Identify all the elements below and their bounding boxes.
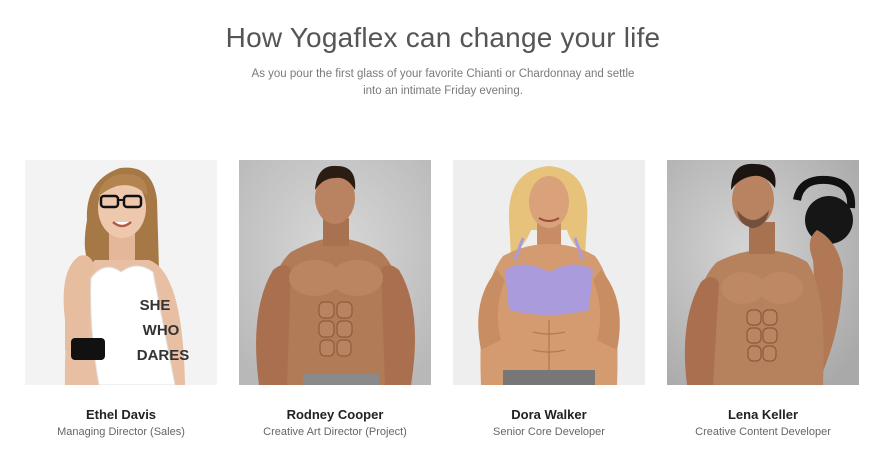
member-name: Lena Keller — [727, 407, 799, 422]
member-photo[interactable] — [239, 160, 431, 385]
team-member-card: Dora Walker Senior Core Developer — [453, 160, 645, 438]
member-photo[interactable]: SHE WHO DARES — [25, 160, 217, 385]
team-member-card: Rodney Cooper Creative Art Director (Pro… — [239, 160, 431, 438]
member-name: Rodney Cooper — [286, 407, 384, 422]
team-member-card: SHE WHO DARES Ethel Davis Managing Direc… — [25, 160, 217, 438]
member-role: Senior Core Developer — [493, 426, 605, 438]
section-title: How Yogaflex can change your life — [225, 22, 661, 53]
team-member-card: Lena Keller Creative Content Developer — [667, 160, 859, 438]
member-name: Dora Walker — [511, 407, 587, 422]
member-role: Creative Art Director (Project) — [263, 426, 407, 438]
member-photo-image — [667, 160, 859, 385]
member-photo-image: SHE WHO DARES — [25, 160, 217, 385]
member-photo[interactable] — [453, 160, 645, 385]
member-role: Creative Content Developer — [695, 426, 831, 438]
section-subtitle: As you pour the first glass of your favo… — [251, 68, 635, 97]
svg-text:DARES: DARES — [137, 347, 190, 364]
member-photo-image — [239, 160, 431, 385]
member-photo[interactable] — [667, 160, 859, 385]
team-grid: SHE WHO DARES Ethel Davis Managing Direc… — [25, 160, 865, 454]
member-name: Ethel Davis — [85, 407, 157, 422]
svg-text:WHO: WHO — [143, 322, 180, 339]
member-photo-image — [453, 160, 645, 385]
member-role: Managing Director (Sales) — [57, 426, 185, 438]
svg-text:SHE: SHE — [140, 297, 171, 314]
